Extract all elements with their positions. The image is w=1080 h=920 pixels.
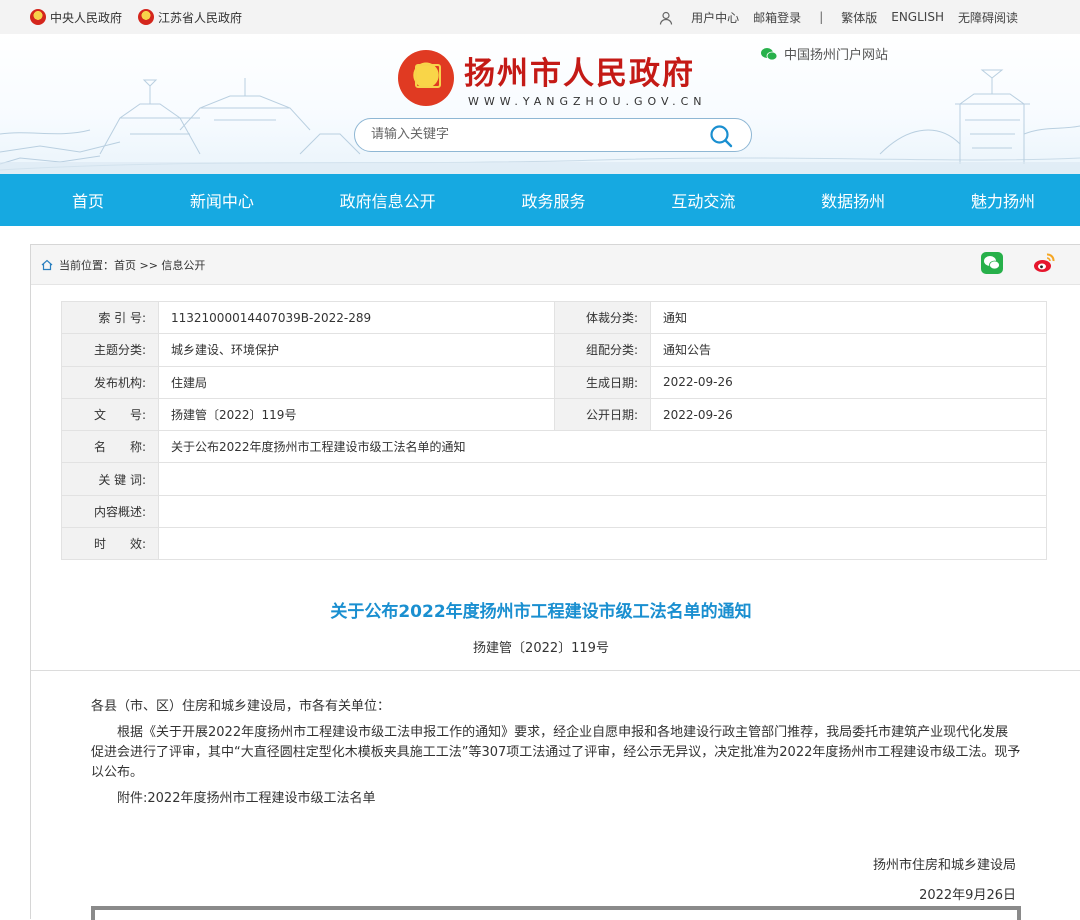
table-row: 文 号: 扬建管〔2022〕119号 公开日期: 2022-09-26 [61, 397, 1047, 432]
top-divider: | [819, 10, 824, 24]
validity-value [158, 527, 1047, 561]
weibo-share-icon[interactable] [1032, 251, 1056, 275]
user-icon [660, 11, 673, 25]
jiangsu-gov-link[interactable]: 江苏省人民政府 [138, 9, 242, 26]
name-label: 名 称: [61, 430, 159, 464]
genre-label: 体裁分类: [554, 300, 651, 335]
nav-home[interactable]: 首页 [72, 188, 104, 212]
breadcrumb: 当前位置：首页 >> 信息公开 [41, 257, 205, 273]
jiangsu-gov-label: 江苏省人民政府 [158, 10, 243, 25]
nav-charm[interactable]: 魅力扬州 [971, 188, 1035, 212]
salutation: 各县（市、区）住房和城乡建设局，市各有关单位： [91, 699, 391, 714]
group-value: 通知公告 [650, 333, 1047, 367]
keyword-label: 关 键 词: [61, 462, 159, 496]
info-metadata-table: 索 引 号: 11321000014407039B-2022-289 体裁分类:… [61, 300, 1047, 561]
site-title: 扬州市人民政府 [464, 56, 695, 92]
national-emblem-icon [138, 9, 155, 25]
share-buttons [980, 251, 1056, 275]
main-nav: 首页 新闻中心 政府信息公开 政务服务 互动交流 数据扬州 魅力扬州 [0, 174, 1080, 226]
docno-label: 文 号: [61, 397, 159, 432]
signer: 扬州市住房和城乡建设局 [872, 858, 1016, 873]
created-value: 2022-09-26 [650, 365, 1047, 399]
topic-value: 城乡建设、环境保护 [158, 333, 555, 367]
document-number: 扬建管〔2022〕119号 [473, 641, 609, 656]
table-row: 主题分类: 城乡建设、环境保护 组配分类: 通知公告 [61, 333, 1047, 367]
org-label: 发布机构: [61, 365, 159, 399]
user-center-label: 用户中心 [691, 10, 740, 25]
summary-label: 内容概述: [61, 494, 159, 529]
central-gov-label: 中央人民政府 [50, 10, 123, 25]
validity-label: 时 效: [61, 527, 159, 561]
divider [31, 670, 1080, 671]
nav-services[interactable]: 政务服务 [521, 188, 585, 212]
gov-links: 中央人民政府 江苏省人民政府 [30, 0, 242, 34]
national-emblem-icon [398, 50, 454, 106]
document-body: 各县（市、区）住房和城乡建设局，市各有关单位： 根据《关于开展2022年度扬州市… [91, 697, 1021, 815]
site-url: WWW.YANGZHOU.GOV.CN [468, 95, 707, 108]
public-value: 2022-09-26 [650, 397, 1047, 432]
nav-interaction[interactable]: 互动交流 [671, 188, 735, 212]
top-right-links: 用户中心 邮箱登录 | 繁体版 ENGLISH 无障碍阅读 [645, 0, 1018, 34]
english-link[interactable]: ENGLISH [891, 10, 944, 24]
wechat-share-icon[interactable] [980, 251, 1004, 275]
mail-login-link[interactable]: 邮箱登录 [753, 9, 801, 26]
search-box [354, 118, 752, 152]
user-center-link[interactable]: 用户中心 [659, 9, 739, 26]
nav-news[interactable]: 新闻中心 [190, 188, 254, 212]
top-utility-bar: 中央人民政府 江苏省人民政府 用户中心 邮箱登录 | 繁体版 ENGLISH 无… [0, 0, 1080, 34]
national-emblem-icon [30, 9, 46, 25]
site-logo[interactable]: 扬州市人民政府 WWW.YANGZHOU.GOV.CN [398, 48, 707, 108]
table-row: 内容概述: [61, 494, 1047, 529]
org-value: 住建局 [158, 365, 555, 399]
table-row: 时 效: [61, 527, 1047, 561]
table-row: 索 引 号: 11321000014407039B-2022-289 体裁分类:… [61, 300, 1047, 335]
search-icon[interactable] [709, 124, 733, 148]
portal-label: 中国扬州门户网站 [784, 48, 889, 63]
document-title: 关于公布2022年度扬州市工程建设市级工法名单的通知 [330, 602, 752, 622]
table-row: 名 称: 关于公布2022年度扬州市工程建设市级工法名单的通知 [61, 430, 1047, 464]
signature-block: 扬州市住房和城乡建设局 2022年9月26日 [873, 851, 1016, 911]
nav-gov-info[interactable]: 政府信息公开 [340, 188, 436, 212]
index-value: 11321000014407039B-2022-289 [158, 300, 555, 335]
search-input[interactable] [371, 127, 671, 142]
index-label: 索 引 号: [61, 300, 159, 335]
attachment-note[interactable]: 附件:2022年度扬州市工程建设市级工法名单 [91, 789, 1021, 809]
body-paragraph: 根据《关于开展2022年度扬州市工程建设市级工法申报工作的通知》要求，经企业自愿… [91, 725, 1021, 780]
home-icon [41, 259, 53, 271]
breadcrumb-text[interactable]: 当前位置：首页 >> 信息公开 [59, 257, 205, 273]
topic-label: 主题分类: [61, 333, 159, 367]
attachment-preview-frame [91, 906, 1021, 920]
breadcrumb-bar: 当前位置：首页 >> 信息公开 [31, 245, 1080, 285]
central-gov-link[interactable]: 中央人民政府 [30, 9, 122, 26]
portal-link[interactable]: 中国扬州门户网站 [760, 44, 888, 63]
keyword-value [158, 462, 1047, 496]
group-label: 组配分类: [554, 333, 651, 367]
content-frame: 当前位置：首页 >> 信息公开 索 引 号: 11321000014407039… [30, 244, 1080, 920]
nav-data[interactable]: 数据扬州 [821, 188, 885, 212]
table-row: 发布机构: 住建局 生成日期: 2022-09-26 [61, 365, 1047, 399]
table-row: 关 键 词: [61, 462, 1047, 496]
docno-value: 扬建管〔2022〕119号 [158, 397, 555, 432]
public-label: 公开日期: [554, 397, 651, 432]
site-header: 扬州市人民政府 WWW.YANGZHOU.GOV.CN 中国扬州门户网站 [0, 34, 1080, 174]
wechat-icon [761, 47, 778, 60]
name-value: 关于公布2022年度扬州市工程建设市级工法名单的通知 [158, 430, 1047, 464]
summary-value [158, 494, 1047, 529]
created-label: 生成日期: [554, 365, 651, 399]
genre-value: 通知 [650, 300, 1047, 335]
accessible-reading-link[interactable]: 无障碍阅读 [958, 9, 1018, 26]
traditional-link[interactable]: 繁体版 [841, 9, 877, 26]
